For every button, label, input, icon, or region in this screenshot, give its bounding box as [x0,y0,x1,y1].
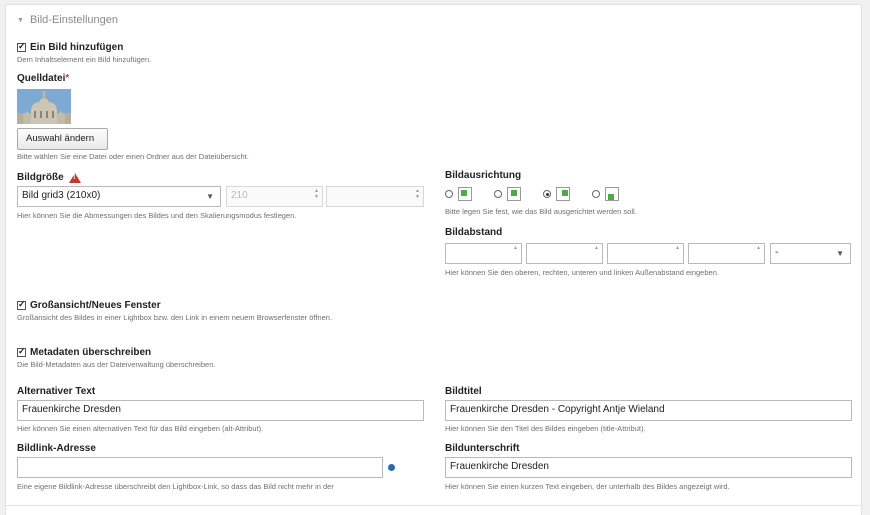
align-below-icon[interactable] [605,187,619,201]
source-help: Bitte wählen Sie eine Datei oder einen O… [17,152,249,161]
margin-unit-value: - [775,247,779,258]
add-image-row: Ein Bild hinzufügen [17,41,124,53]
size-label: Bildgröße [17,172,81,183]
caption-label: Bildunterschrift [445,443,520,454]
title-help: Hier können Sie den Titel des Bildes ein… [445,424,646,433]
alt-text-input[interactable]: Frauenkirche Dresden [17,400,424,421]
divider [6,505,861,506]
align-below-radio[interactable] [592,190,600,198]
size-select-value: Bild grid3 (210x0) [22,190,101,201]
title-label: Bildtitel [445,386,482,397]
source-image-thumbnail[interactable] [17,89,71,124]
margin-top-input[interactable]: ▲ [445,243,522,264]
spinner-icon[interactable]: ▲ ▼ [415,188,420,200]
spinner-icon[interactable]: ▲ [594,245,599,251]
change-selection-button[interactable]: Auswahl ändern [17,128,108,150]
fullsize-row: Großansicht/Neues Fenster [17,299,161,311]
margin-right-input[interactable]: ▲ [526,243,603,264]
spinner-icon[interactable]: ▲ [756,245,761,251]
metadata-row: Metadaten überschreiben [17,346,152,358]
alt-text-value: Frauenkirche Dresden [22,404,121,415]
warning-icon [68,172,81,183]
align-right-radio[interactable] [543,190,551,198]
margin-left-input[interactable]: ▲ [688,243,765,264]
metadata-help: Die Bild-Metadaten aus der Dateiverwaltu… [17,360,216,369]
align-left-radio[interactable] [445,190,453,198]
caption-help: Hier können Sie einen kurzen Text eingeb… [445,482,730,491]
link-input[interactable] [17,457,383,478]
spinner-icon[interactable]: ▲ [675,245,680,251]
link-help: Eine eigene Bildlink-Adresse überschreib… [17,482,334,491]
add-image-checkbox[interactable] [17,41,26,52]
chevron-down-icon: ▼ [206,192,214,201]
alt-help: Hier können Sie einen alternativen Text … [17,424,264,433]
align-right-icon[interactable] [556,187,570,201]
size-label-text: Bildgröße [17,172,64,183]
alignment-help: Bitte legen Sie fest, wie das Bild ausge… [445,207,637,216]
chevron-down-icon: ▼ [836,249,844,258]
add-image-help: Dem Inhaltselement ein Bild hinzufügen. [17,55,152,64]
title-value: Frauenkirche Dresden - Copyright Antje W… [450,404,665,415]
width-value: 210 [231,190,248,201]
width-input[interactable]: 210 ▲ ▼ [226,186,323,207]
alignment-label: Bildausrichtung [445,170,522,181]
link-label: Bildlink-Adresse [17,443,96,454]
margin-help: Hier können Sie den oberen, rechten, unt… [445,268,719,277]
spinner-icon[interactable]: ▲ [513,245,518,251]
image-settings-panel: ▼ Bild-Einstellungen Ein Bild hinzufügen… [5,4,862,515]
margin-bottom-input[interactable]: ▲ [607,243,684,264]
margin-label: Bildabstand [445,227,503,238]
align-left-icon[interactable] [458,187,472,201]
fullsize-checkbox[interactable] [17,299,26,310]
required-marker: * [65,73,70,84]
add-image-label: Ein Bild hinzufügen [30,42,124,53]
source-label-text: Quelldatei [17,73,66,84]
spinner-icon[interactable]: ▲ ▼ [314,188,319,200]
metadata-checkbox[interactable] [17,346,26,357]
caption-value: Frauenkirche Dresden [450,461,549,472]
height-input[interactable]: ▲ ▼ [326,186,424,207]
align-center-radio[interactable] [494,190,502,198]
margin-unit-select[interactable]: - ▼ [770,243,851,264]
church-image [17,89,71,124]
metadata-label: Metadaten überschreiben [30,347,152,358]
section-title: Bild-Einstellungen [29,14,118,26]
fullsize-help: Großansicht des Bildes in einer Lightbox… [17,313,333,322]
collapse-triangle-icon[interactable]: ▼ [17,17,24,24]
section-header[interactable]: ▼ Bild-Einstellungen [17,14,118,26]
caption-input[interactable]: Frauenkirche Dresden [445,457,852,478]
link-picker-icon[interactable] [388,464,395,471]
alt-label: Alternativer Text [17,386,96,397]
fullsize-label: Großansicht/Neues Fenster [30,300,161,311]
alignment-options [445,187,619,201]
title-input[interactable]: Frauenkirche Dresden - Copyright Antje W… [445,400,852,421]
size-select[interactable]: Bild grid3 (210x0) ▼ [17,186,221,207]
size-help: Hier können Sie die Abmessungen des Bild… [17,211,297,220]
source-label: Quelldatei* [17,73,69,84]
align-center-icon[interactable] [507,187,521,201]
